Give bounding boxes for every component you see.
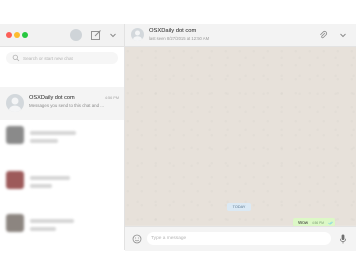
obscured-text bbox=[30, 184, 52, 188]
contact-name[interactable]: OSXDaily dot com bbox=[149, 28, 196, 34]
avatar bbox=[6, 171, 24, 189]
default-avatar-icon bbox=[9, 97, 21, 112]
window-close-button[interactable] bbox=[6, 32, 12, 38]
compose-icon[interactable] bbox=[90, 29, 102, 41]
message-composer bbox=[125, 226, 356, 251]
obscured-text bbox=[30, 176, 70, 180]
app-window: Search or start new chat OSXDaily dot co… bbox=[0, 24, 356, 251]
search-placeholder: Search or start new chat bbox=[23, 55, 73, 61]
chat-list-item-obscured[interactable] bbox=[0, 204, 124, 242]
profile-avatar[interactable] bbox=[70, 29, 82, 41]
message-text: Wow bbox=[298, 220, 309, 225]
paperclip-icon[interactable] bbox=[318, 30, 328, 40]
message-area: TODAY Wow 4:56 PM Messages you send to t… bbox=[125, 47, 356, 241]
chat-sidebar: Search or start new chat OSXDaily dot co… bbox=[0, 24, 125, 250]
chat-list-item-obscured[interactable] bbox=[0, 161, 124, 199]
avatar bbox=[6, 94, 24, 112]
chat-list-item-obscured[interactable] bbox=[0, 116, 124, 154]
contact-avatar[interactable] bbox=[131, 28, 144, 41]
search-icon bbox=[12, 54, 20, 62]
chevron-down-icon[interactable] bbox=[108, 30, 118, 40]
window-minimize-button[interactable] bbox=[14, 32, 20, 38]
window-zoom-button[interactable] bbox=[22, 32, 28, 38]
date-divider: TODAY bbox=[227, 203, 251, 211]
search-input[interactable]: Search or start new chat bbox=[6, 52, 118, 64]
obscured-text bbox=[30, 131, 76, 135]
avatar bbox=[6, 126, 24, 144]
last-seen-status: last seen 8/27/2015 at 12:50 AM bbox=[149, 36, 210, 41]
conversation-header: OSXDaily dot com last seen 8/27/2015 at … bbox=[125, 24, 356, 47]
microphone-icon[interactable] bbox=[339, 234, 347, 244]
message-time: 4:56 PM bbox=[312, 221, 324, 226]
emoji-icon[interactable] bbox=[132, 234, 142, 244]
obscured-text bbox=[30, 219, 74, 223]
chat-name: OSXDaily dot com bbox=[29, 95, 75, 101]
conversation-pane: OSXDaily dot com last seen 8/27/2015 at … bbox=[125, 24, 356, 251]
default-avatar-icon bbox=[133, 30, 142, 41]
avatar bbox=[6, 214, 24, 232]
chat-time: 4:56 PM bbox=[104, 96, 119, 100]
obscured-text bbox=[30, 139, 58, 143]
sidebar-header bbox=[0, 24, 124, 47]
message-input[interactable] bbox=[147, 232, 331, 245]
obscured-text bbox=[30, 227, 56, 231]
double-check-icon bbox=[328, 221, 333, 225]
chat-preview: Messages you send to this chat and ... bbox=[29, 103, 104, 108]
chevron-down-icon[interactable] bbox=[338, 30, 348, 40]
